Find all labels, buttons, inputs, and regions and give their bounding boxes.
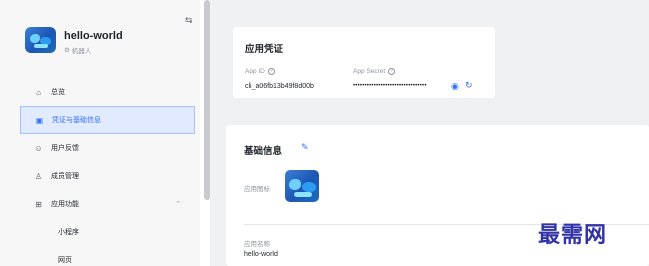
sidebar-item-label: 用户反馈 — [51, 145, 79, 152]
sidebar-item-features[interactable]: ⊞ 应用功能 ⌃ — [20, 190, 195, 218]
credential-icon: ▣ — [35, 115, 44, 125]
app-id-value[interactable]: cli_a06fb13b49f8d00b — [245, 83, 314, 90]
app-header: hello-world ⚙ 机器人 — [25, 27, 123, 55]
home-icon: ⌂ — [36, 87, 41, 97]
robot-icon: ⚙ — [64, 47, 70, 54]
sidebar-item-credentials[interactable]: ▣ 凭证与基础信息 — [20, 106, 195, 134]
watermark: 最需网 — [538, 222, 608, 248]
basic-info-title: 基础信息 — [244, 146, 283, 157]
app-type: ⚙ 机器人 — [64, 45, 123, 55]
feedback-icon: ☺ — [34, 143, 43, 153]
sidebar-subitem-webpage[interactable]: 网页 — [20, 246, 195, 266]
app-icon-image[interactable] — [285, 170, 319, 202]
sidebar-nav: ⌂ 总览 ▣ 凭证与基础信息 ☺ 用户反馈 ♙ 成员管理 ⊞ 应用功能 ⌃ 小程… — [20, 78, 195, 266]
refresh-icon[interactable]: ↻ — [465, 80, 473, 91]
app-name-label: 应用名称 — [244, 241, 270, 248]
app-secret-value[interactable]: •••••••••••••••••••••••••••••••• — [353, 83, 427, 89]
app-type-label: 机器人 — [71, 48, 92, 55]
sidebar-item-members[interactable]: ♙ 成员管理 — [20, 162, 195, 190]
app-secret-label-row: App Secret ? — [353, 68, 396, 75]
sidebar-item-label: 成员管理 — [51, 173, 79, 180]
app-name-value: hello-world — [244, 251, 278, 258]
sidebar-item-feedback[interactable]: ☺ 用户反馈 — [20, 134, 195, 162]
app-icon-label: 应用图标 — [244, 186, 270, 193]
app-id-label-row: App ID ? — [245, 68, 275, 75]
collapse-sidebar-icon[interactable]: ⇆ — [185, 15, 193, 26]
sidebar-subitem-miniprogram[interactable]: 小程序 — [20, 218, 195, 246]
member-icon: ♙ — [34, 171, 43, 181]
sidebar: ⇆ hello-world ⚙ 机器人 ⌂ 总览 ▣ 凭证与基础信息 ☺ 用户反… — [0, 0, 200, 266]
edit-icon[interactable]: ✎ — [301, 142, 309, 153]
grid-icon: ⊞ — [35, 199, 42, 209]
app-secret-label: App Secret — [353, 68, 386, 75]
help-icon[interactable]: ? — [267, 68, 275, 75]
app-id-label: App ID — [245, 68, 265, 75]
chevron-up-icon: ⌃ — [175, 201, 181, 208]
credentials-title: 应用凭证 — [245, 44, 284, 55]
app-logo — [25, 27, 56, 53]
sidebar-item-label: 应用功能 — [51, 201, 79, 208]
sidebar-item-label: 总览 — [51, 89, 65, 96]
app-name: hello-world — [64, 30, 123, 42]
eye-icon[interactable]: ◉ — [451, 81, 459, 92]
help-icon[interactable]: ? — [388, 68, 396, 75]
sidebar-item-label: 凭证与基础信息 — [52, 117, 101, 124]
sidebar-item-overview[interactable]: ⌂ 总览 — [20, 78, 195, 106]
